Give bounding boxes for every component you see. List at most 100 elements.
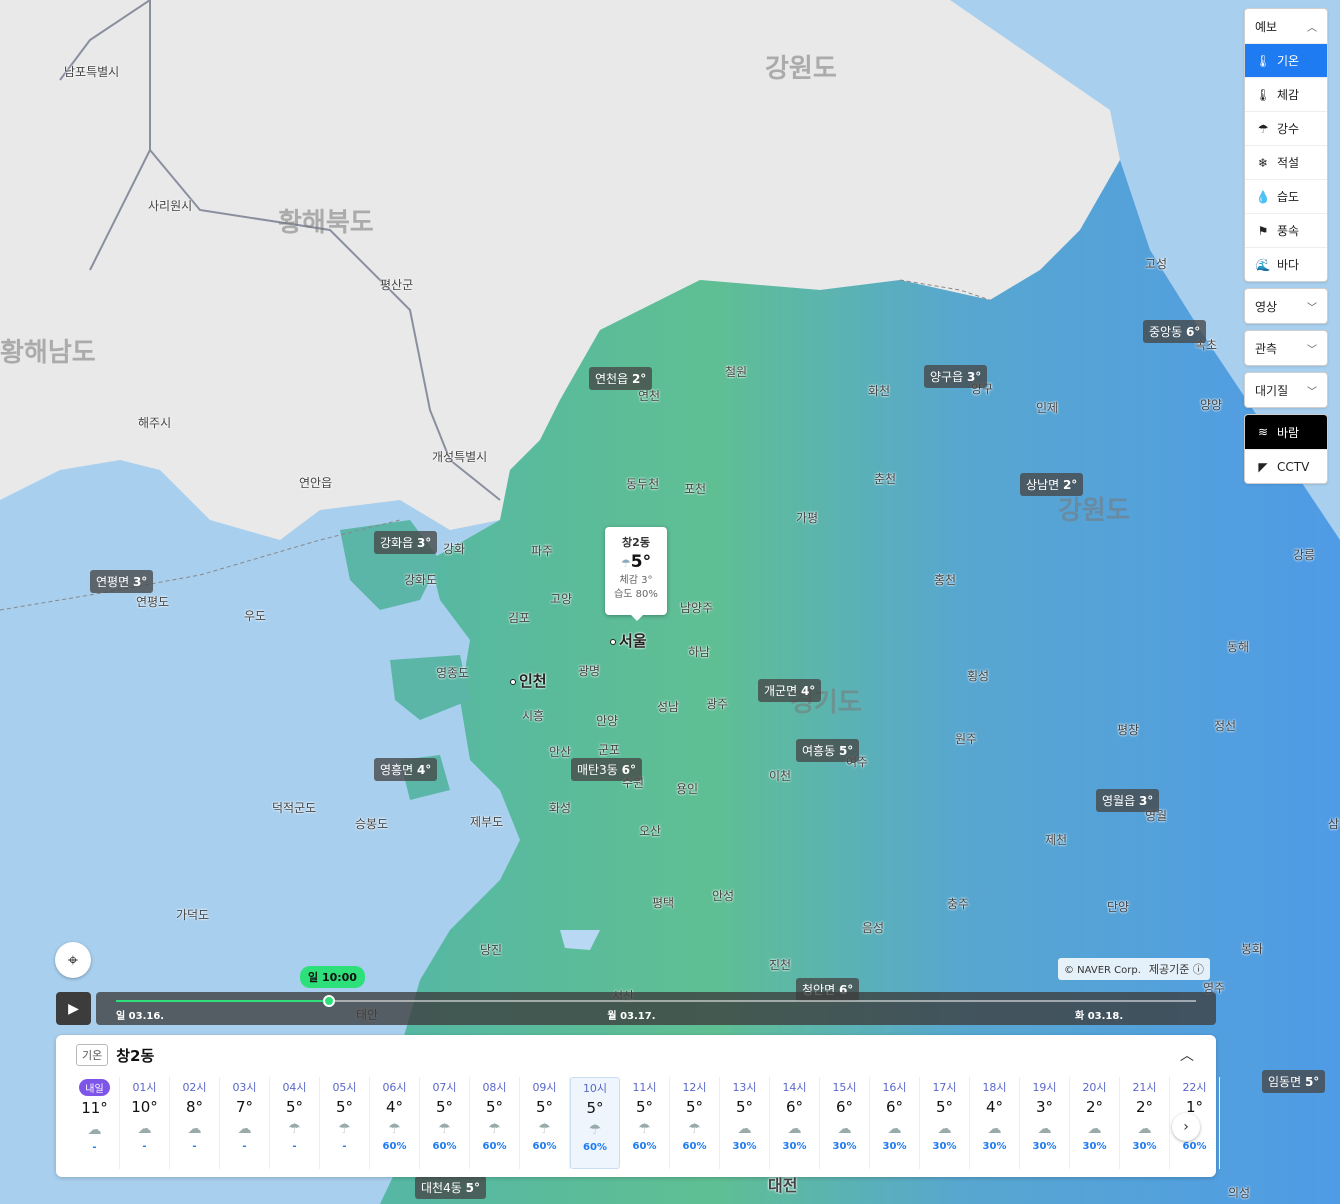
hour-column[interactable]: 17시 5° ☁ 30%: [920, 1077, 970, 1169]
crosshair-icon: ⌖: [67, 949, 79, 971]
hour-column[interactable]: 11시 5° ☂ 60%: [620, 1077, 670, 1169]
layer-sea[interactable]: 🌊 바다: [1245, 247, 1327, 281]
timeline-progress: [116, 1000, 329, 1002]
hour-column[interactable]: 10시 5° ☂ 60%: [570, 1077, 620, 1169]
layer-panel: 예보 ︿ 🌡 기온 🌡 체감 ☂ 강수 ❄ 적설 💧 습도 ⚑ 풍속 🌊 바다 영상 ﹀ 관측 ﹀ …: [1244, 8, 1328, 490]
temp-tag[interactable]: 중앙동 6°: [1143, 320, 1207, 343]
rain-cloud-icon: ☂: [438, 1121, 451, 1137]
hour-label: 12시: [682, 1081, 707, 1094]
place-label: 연평도: [136, 595, 170, 609]
temp-tag[interactable]: 개군면 4°: [758, 679, 822, 702]
hour-column[interactable]: 내일 11° ☁ -: [70, 1077, 120, 1169]
hour-column[interactable]: 09시 5° ☂ 60%: [520, 1077, 570, 1169]
next-button[interactable]: ›: [1172, 1113, 1200, 1141]
place-label: 영종도: [436, 666, 470, 680]
rain-icon: ☂: [620, 557, 631, 570]
play-button[interactable]: ▶: [56, 992, 91, 1025]
hour-label: 17시: [932, 1081, 957, 1094]
cloud-icon: ☁: [1087, 1121, 1102, 1137]
cloud-icon: ☁: [237, 1121, 252, 1137]
region-label: 황해북도: [278, 208, 374, 238]
layer-temperature[interactable]: 🌡 기온: [1245, 43, 1327, 77]
info-icon: ⓘ: [1192, 963, 1204, 976]
feels-like-icon: 🌡: [1255, 87, 1271, 102]
collapse-button[interactable]: ︿: [1180, 1045, 1194, 1065]
hour-column[interactable]: 05시 5° ☂ -: [320, 1077, 370, 1169]
cloud-icon: ☁: [1137, 1121, 1152, 1137]
hour-column[interactable]: 16시 6° ☁ 30%: [870, 1077, 920, 1169]
wind-toggle[interactable]: ≋ 바람: [1245, 415, 1327, 449]
hour-pop: 30%: [832, 1141, 857, 1152]
hour-column[interactable]: 07시 5° ☂ 60%: [420, 1077, 470, 1169]
hour-pop: 30%: [782, 1141, 807, 1152]
temp-tag[interactable]: 연평면 3°: [90, 570, 154, 593]
hour-column[interactable]: 03시 7° ☁ -: [220, 1077, 270, 1169]
rain-cloud-icon: ☂: [388, 1121, 401, 1137]
hour-pop: 30%: [1082, 1141, 1107, 1152]
temp-tag[interactable]: 상남면 2°: [1020, 473, 1084, 496]
place-label: 안성: [712, 889, 735, 903]
hour-column[interactable]: 20시 2° ☁ 30%: [1070, 1077, 1120, 1169]
hour-column[interactable]: 08시 5° ☂ 60%: [470, 1077, 520, 1169]
temp-tag[interactable]: 연천읍 2°: [589, 367, 653, 390]
locate-button[interactable]: ⌖: [55, 942, 91, 978]
cctv-toggle[interactable]: ◤ CCTV: [1245, 449, 1327, 483]
hour-column[interactable]: 14시 6° ☁ 30%: [770, 1077, 820, 1169]
layer-precipitation[interactable]: ☂ 강수: [1245, 111, 1327, 145]
umbrella-icon: ☂: [1257, 121, 1269, 136]
hour-column[interactable]: 18시 4° ☁ 30%: [970, 1077, 1020, 1169]
hour-column[interactable]: 04시 5° ☂ -: [270, 1077, 320, 1169]
hour-column[interactable]: 06시 4° ☂ 60%: [370, 1077, 420, 1169]
temp-tag[interactable]: 강화읍 3°: [374, 531, 438, 554]
place-label: 가평: [796, 511, 819, 525]
hour-pop: -: [342, 1141, 347, 1152]
timeline-track[interactable]: 일 03.16. 월 03.17. 화 03.18.: [96, 992, 1216, 1025]
hour-column[interactable]: 13시 5° ☁ 30%: [720, 1077, 770, 1169]
observation-dropdown[interactable]: 관측 ﹀: [1244, 330, 1328, 366]
hour-pop: -: [142, 1141, 147, 1152]
place-label: 가덕도: [176, 908, 210, 922]
hour-temp: 5°: [335, 1098, 354, 1116]
hour-column[interactable]: 21시 2° ☁ 30%: [1120, 1077, 1170, 1169]
timeline-handle[interactable]: [322, 995, 335, 1007]
layer-humidity[interactable]: 💧 습도: [1245, 179, 1327, 213]
place-label: 김포: [508, 611, 531, 625]
hourly-forecast-card: 기온 창2동 ︿ 내일 11° ☁ -01시 10° ☁ -02시 8° ☁ -03시 7° ☁ -04…: [56, 1035, 1220, 1177]
layer-snow[interactable]: ❄ 적설: [1245, 145, 1327, 179]
chevron-down-icon: ﹀: [1307, 344, 1317, 356]
location-popup[interactable]: 창2동 ☂5° 체감 3° 습도 80%: [605, 527, 667, 621]
place-label: 성남: [657, 700, 680, 714]
hour-temp: 5°: [435, 1098, 454, 1116]
temp-tag[interactable]: 영월읍 3°: [1096, 789, 1160, 812]
temp-tag[interactable]: 여흥동 5°: [796, 739, 860, 762]
hour-label: 01시: [132, 1081, 157, 1094]
place-label: 인제: [1036, 401, 1059, 415]
air-quality-dropdown[interactable]: 대기질 ﹀: [1244, 372, 1328, 408]
temp-tag[interactable]: 임동면 5°: [1262, 1070, 1326, 1093]
hour-temp: 2°: [1085, 1098, 1104, 1116]
temp-tag[interactable]: 영흥면 4°: [374, 758, 438, 781]
temp-tag[interactable]: 양구읍 3°: [924, 365, 988, 388]
layer-wind-speed[interactable]: ⚑ 풍속: [1245, 213, 1327, 247]
hour-label: 02시: [182, 1081, 207, 1094]
source-info-button[interactable]: 제공기준 ⓘ: [1149, 963, 1204, 976]
hour-column[interactable]: 12시 5° ☂ 60%: [670, 1077, 720, 1169]
place-label: 파주: [531, 544, 554, 558]
hour-column[interactable]: 02시 8° ☁ -: [170, 1077, 220, 1169]
layer-badge: 기온: [76, 1044, 109, 1066]
rain-cloud-icon: ☂: [638, 1121, 651, 1137]
region-label: 황해남도: [0, 338, 96, 368]
place-label: 이천: [769, 769, 792, 783]
forecast-dropdown[interactable]: 예보 ︿: [1245, 9, 1327, 43]
hour-temp: 5°: [635, 1098, 654, 1116]
hour-column[interactable]: 19시 3° ☁ 30%: [1020, 1077, 1070, 1169]
place-label: 원주: [955, 732, 978, 746]
layer-feels-like[interactable]: 🌡 체감: [1245, 77, 1327, 111]
hour-label: 19시: [1032, 1081, 1057, 1094]
temp-tag[interactable]: 대천4동 5°: [415, 1176, 486, 1199]
hour-pop: 60%: [432, 1141, 457, 1152]
temp-tag[interactable]: 매탄3동 6°: [571, 758, 642, 781]
hour-column[interactable]: 01시 10° ☁ -: [120, 1077, 170, 1169]
hour-column[interactable]: 15시 6° ☁ 30%: [820, 1077, 870, 1169]
video-dropdown[interactable]: 영상 ﹀: [1244, 288, 1328, 324]
